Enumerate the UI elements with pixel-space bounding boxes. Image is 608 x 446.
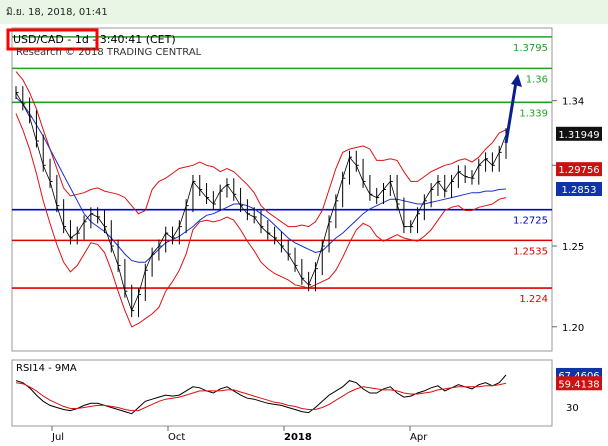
- chart-title: USD/CAD - 1d - 3:40:41 (CET): [13, 33, 176, 46]
- price-chart: 1.3795 1.36 1.339 1.2725 1.2535 1.224 1.20 1.2…: [6, 27, 602, 352]
- rsi-tag-1: 59.4138: [556, 376, 602, 391]
- price-tag-1-text: 1.29756: [558, 165, 599, 176]
- rsi-title: RSI14 - 9MA: [16, 363, 77, 374]
- price-tag-2: 1.2853: [556, 182, 602, 197]
- y-tick-label-1: 1.25: [562, 242, 584, 253]
- x-tick-jul: Jul: [51, 432, 64, 443]
- x-tick-apr: Apr: [410, 432, 428, 443]
- level-label-3: 1.2725: [513, 216, 548, 227]
- y-tick-label-0: 1.20: [562, 323, 584, 334]
- level-label-4: 1.2535: [513, 246, 548, 257]
- chart-subtitle: Research © 2018 TRADING CENTRAL: [16, 47, 202, 58]
- chart-canvas: 1.3795 1.36 1.339 1.2725 1.2535 1.224 1.20 1.2…: [0, 24, 608, 446]
- x-tick-oct: Oct: [168, 432, 185, 443]
- rsi-tags: 67.460659.4138: [556, 367, 602, 391]
- rsi-tag-1-text: 59.4138: [558, 379, 599, 390]
- level-label-0: 1.3795: [513, 43, 548, 54]
- level-label-5: 1.224: [519, 294, 548, 305]
- rsi-tick-30: 30: [566, 403, 579, 414]
- level-label-2: 1.339: [519, 108, 548, 119]
- price-tag-0: 1.31949: [556, 126, 602, 141]
- rsi-panel: RSI14 - 9MA 67.460659.4138 30: [11, 359, 602, 427]
- level-label-1: 1.36: [526, 74, 548, 85]
- price-tag-1: 1.29756: [556, 162, 602, 177]
- y-tick-label-3: 1.34: [562, 97, 584, 108]
- price-tag-0-text: 1.31949: [558, 130, 599, 141]
- price-tag-2-text: 1.2853: [562, 185, 597, 196]
- x-tick-2018: 2018: [284, 432, 312, 443]
